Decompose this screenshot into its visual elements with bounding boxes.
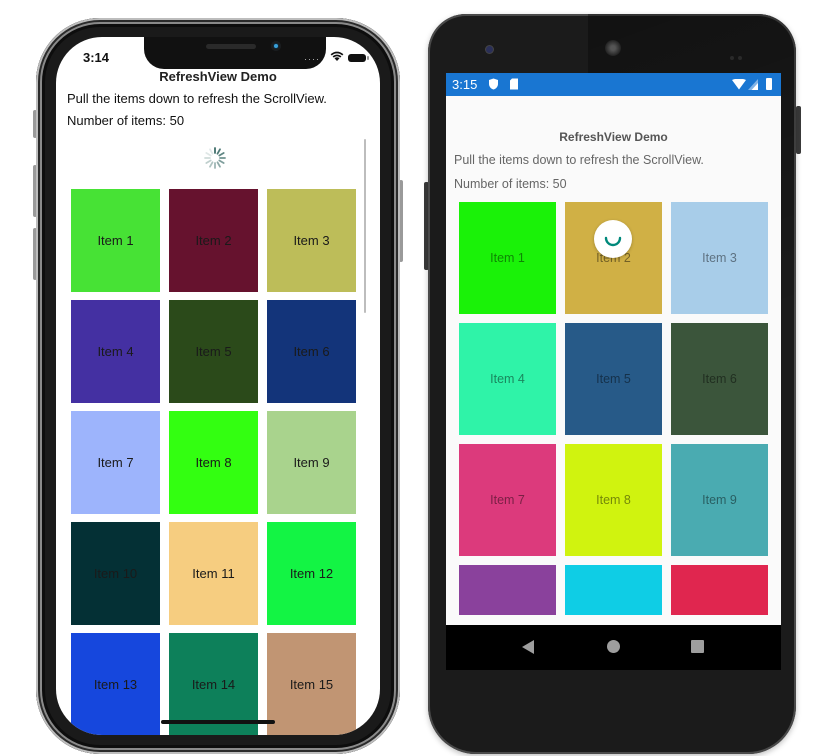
item-label: Item 4 [97, 344, 134, 359]
item-tile[interactable]: Item 1 [71, 189, 160, 292]
item-tile[interactable]: Item 8 [565, 444, 662, 556]
item-tile[interactable] [459, 565, 556, 615]
item-label: Item 11 [192, 566, 235, 581]
item-label: Item 12 [289, 566, 334, 581]
item-label: Item 5 [596, 372, 631, 386]
refresh-indicator [594, 220, 632, 258]
item-tile[interactable]: Item 7 [459, 444, 556, 556]
item-tile[interactable]: Item 10 [71, 522, 160, 625]
item-tile[interactable]: Item 6 [671, 323, 768, 435]
wifi-icon [732, 79, 746, 90]
item-label: Item 8 [195, 455, 232, 470]
item-label: Item 2 [195, 233, 232, 248]
item-tile[interactable]: Item 15 [267, 633, 356, 735]
item-label: Item 4 [490, 372, 525, 386]
item-label: Item 14 [191, 677, 236, 692]
activity-indicator-icon [204, 147, 226, 169]
spinner-spoke [209, 161, 214, 168]
item-tile[interactable]: Item 7 [71, 411, 160, 514]
item-label: Item 7 [97, 455, 134, 470]
scrollbar[interactable] [364, 139, 366, 313]
android-status-time: 3:15 [452, 77, 478, 92]
spinner-spoke [205, 159, 212, 164]
item-tile[interactable]: Item 6 [267, 300, 356, 403]
item-label: Item 10 [93, 566, 138, 581]
spinner-spoke [209, 148, 214, 155]
item-tile[interactable]: Item 3 [267, 189, 356, 292]
item-label: Item 13 [93, 677, 138, 692]
item-tile[interactable]: Item 2 [565, 202, 662, 314]
ios-status-time: 3:14 [83, 50, 110, 65]
item-label: Item 7 [490, 493, 525, 507]
item-label: Item 6 [702, 372, 737, 386]
item-label: Item 5 [195, 344, 232, 359]
home-button[interactable] [607, 640, 620, 653]
spinner-spoke [218, 159, 225, 164]
cell-signal-icon [748, 79, 758, 90]
refresh-scroll-view[interactable]: Item 1 Item 2 Item 3 Item 4 Item 5 Item 6 Item… [71, 189, 358, 735]
item-tile[interactable]: Item 1 [459, 202, 556, 314]
item-label: Item 8 [596, 493, 631, 507]
home-indicator[interactable] [161, 720, 275, 724]
sd-card-icon [510, 78, 518, 90]
back-button[interactable] [522, 640, 534, 654]
battery-icon [766, 78, 772, 90]
ios-screen: 3:14 ···· RefreshView Demo Pull the item… [56, 37, 380, 735]
item-tile[interactable]: Item 5 [565, 323, 662, 435]
item-tile[interactable]: Item 8 [169, 411, 258, 514]
item-label: Item 3 [293, 233, 330, 248]
item-tile[interactable] [565, 565, 662, 615]
item-count-label: Number of items: 50 [67, 113, 185, 128]
refresh-spinner-icon [604, 236, 622, 247]
item-tile[interactable]: Item 12 [267, 522, 356, 625]
refresh-scroll-view[interactable]: Item 1 Item 2 Item 3 Item 4 Item 5 Item 6 Item… [459, 202, 769, 615]
item-label: Item 1 [490, 251, 525, 265]
instructions-label: Pull the items down to refresh the Scrol… [67, 91, 327, 106]
android-power-button [796, 106, 801, 154]
item-label: Item 9 [293, 455, 330, 470]
shield-icon [489, 78, 498, 90]
android-speaker-icon [605, 40, 621, 56]
item-tile[interactable]: Item 9 [267, 411, 356, 514]
item-tile[interactable]: Item 4 [459, 323, 556, 435]
android-status-bar: 3:15 [446, 73, 781, 96]
android-navigation-bar [446, 625, 781, 670]
item-label: Item 9 [702, 493, 737, 507]
page-title: RefreshView Demo [559, 130, 668, 144]
item-tile[interactable]: Item 9 [671, 444, 768, 556]
android-sensors [730, 47, 746, 60]
item-label: Item 15 [289, 677, 334, 692]
ios-earpiece [206, 44, 256, 49]
item-tile[interactable] [671, 565, 768, 615]
item-tile[interactable]: Item 4 [71, 300, 160, 403]
item-tile[interactable]: Item 11 [169, 522, 258, 625]
spinner-spoke [216, 161, 221, 168]
spinner-spoke [216, 148, 221, 155]
item-label: Item 3 [702, 251, 737, 265]
item-count-label: Number of items: 50 [454, 177, 567, 191]
item-label: Item 6 [293, 344, 330, 359]
android-front-camera-icon [486, 46, 493, 53]
recent-apps-button[interactable] [691, 640, 704, 653]
spinner-spoke [218, 152, 225, 157]
ios-wifi-icon [330, 51, 344, 61]
instructions-label: Pull the items down to refresh the Scrol… [454, 153, 704, 167]
page-title: RefreshView Demo [159, 69, 277, 84]
android-screen: 3:15 RefreshView Demo Pull the items dow… [446, 73, 781, 670]
item-tile[interactable]: Item 2 [169, 189, 258, 292]
item-tile[interactable]: Item 13 [71, 633, 160, 735]
item-tile[interactable]: Item 5 [169, 300, 258, 403]
ios-camera-icon [271, 41, 281, 51]
ios-notch [144, 37, 326, 69]
ios-battery-icon [348, 54, 369, 62]
item-tile[interactable]: Item 3 [671, 202, 768, 314]
ios-signal-icon: ···· [304, 54, 320, 64]
spinner-spoke [205, 152, 212, 157]
item-label: Item 1 [97, 233, 134, 248]
